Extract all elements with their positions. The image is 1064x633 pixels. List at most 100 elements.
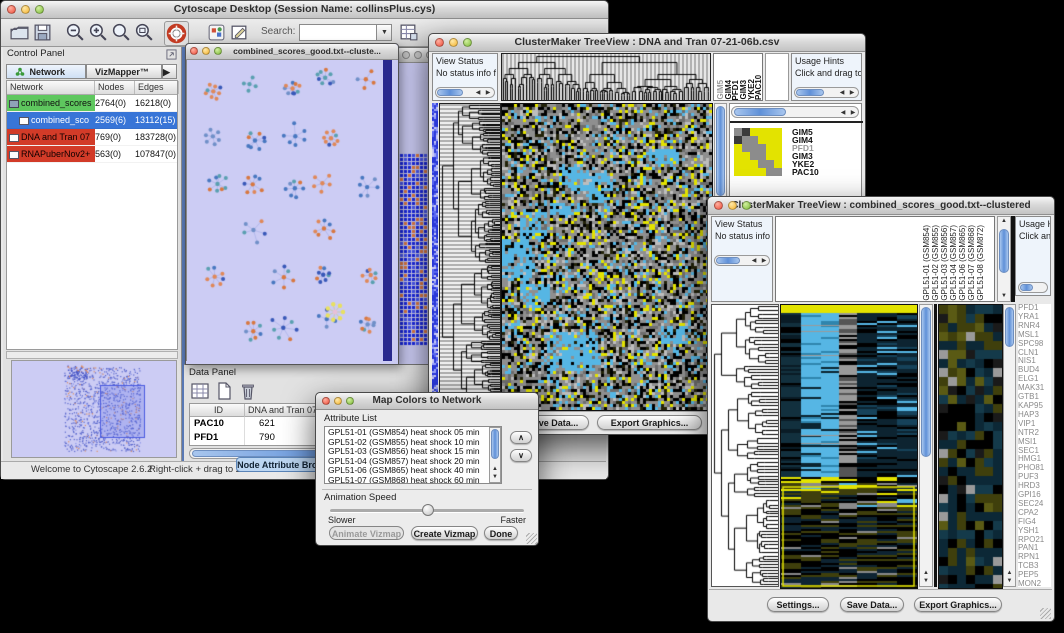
dense-network-grid[interactable] <box>399 152 429 348</box>
mini-heatmap-cell[interactable] <box>766 128 774 136</box>
zoom-fit-icon[interactable] <box>134 22 155 43</box>
search-combobox[interactable] <box>299 24 377 41</box>
mini-heatmap-cell[interactable] <box>742 144 750 152</box>
network-row[interactable]: combined_scores 2764(0) 16218(0) <box>7 95 177 112</box>
help-lifering-icon[interactable] <box>166 23 187 44</box>
mini-heatmap-cell[interactable] <box>742 160 750 168</box>
mini-heatmap-cell[interactable] <box>750 144 758 152</box>
zoom-in-icon[interactable] <box>88 22 109 43</box>
tv2-row-dendrogram[interactable] <box>711 304 779 587</box>
mini-heatmap-cell[interactable] <box>750 160 758 168</box>
float-panel-icon[interactable] <box>166 49 177 60</box>
tv1-right-hscrollbar[interactable]: ◀▶ <box>731 106 859 118</box>
attribute-item[interactable]: GPL51-04 (GSM857) heat shock 20 min <box>328 457 487 467</box>
close-button[interactable] <box>322 397 330 405</box>
slider-thumb[interactable] <box>422 504 434 516</box>
mini-heatmap-cell[interactable] <box>774 160 782 168</box>
dialog-button[interactable]: Animate Vizmap <box>329 526 404 540</box>
open-session-icon[interactable] <box>9 22 30 43</box>
new-attribute-icon[interactable] <box>214 381 234 401</box>
attribute-item[interactable]: GPL51-07 (GSM868) heat shock 60 min <box>328 476 487 484</box>
settings-button[interactable]: Settings... <box>767 597 829 612</box>
zoom-button[interactable] <box>742 201 751 210</box>
mini-heatmap-cell[interactable] <box>766 160 774 168</box>
table-mode-icon[interactable] <box>190 381 210 401</box>
col-header-nodes[interactable]: Nodes <box>95 81 135 94</box>
network-row[interactable]: DNA and Tran 07 769(0) 183728(0) <box>7 129 177 146</box>
tv1-column-dendrogram[interactable] <box>501 53 711 101</box>
dialog-button[interactable]: Done <box>484 526 518 540</box>
attribute-item[interactable]: GPL51-03 (GSM856) heat shock 15 min <box>328 447 487 457</box>
zoom-selected-icon[interactable] <box>111 22 132 43</box>
mini-heatmap-cell[interactable] <box>734 128 742 136</box>
col-header-edges[interactable]: Edges <box>135 81 179 94</box>
search-dropdown-button[interactable]: ▼ <box>377 24 392 41</box>
mini-heatmap-cell[interactable] <box>774 136 782 144</box>
minimize-button[interactable] <box>449 38 458 47</box>
save-data-button[interactable]: Save Data... <box>840 597 904 612</box>
tv2-zoom-vscrollbar[interactable]: ▲▼ <box>1003 304 1016 587</box>
save-session-icon[interactable] <box>32 22 53 43</box>
tv2-top-vscrollbar[interactable]: ▲▼ <box>997 216 1011 302</box>
mini-heatmap-cell[interactable] <box>742 128 750 136</box>
col-header-network[interactable]: Network <box>7 81 95 94</box>
dialog-titlebar[interactable]: Map Colors to Network <box>316 393 538 410</box>
zoom-out-icon[interactable] <box>65 22 86 43</box>
mini-heatmap-cell[interactable] <box>734 168 742 176</box>
mini-heatmap-cell[interactable] <box>734 160 742 168</box>
network-row[interactable]: combined_sco 2569(6) 13112(15) <box>7 112 177 129</box>
minimize-button[interactable] <box>414 51 422 59</box>
mini-heatmap-cell[interactable] <box>734 136 742 144</box>
close-button[interactable] <box>435 38 444 47</box>
mini-heatmap-cell[interactable] <box>758 152 766 160</box>
mini-heatmap-cell[interactable] <box>758 136 766 144</box>
network-window-1-titlebar[interactable]: combined_scores_good.txt--cluste... <box>186 44 398 60</box>
attribute-item[interactable]: GPL51-01 (GSM854) heat shock 05 min <box>328 428 487 438</box>
dialog-button[interactable]: Create Vizmap <box>411 526 478 540</box>
network-canvas[interactable] <box>186 60 392 361</box>
treeview1-titlebar[interactable]: ClusterMaker TreeView : DNA and Tran 07-… <box>429 34 865 52</box>
mini-heatmap-cell[interactable] <box>742 168 750 176</box>
main-title-bar[interactable]: Cytoscape Desktop (Session Name: collins… <box>1 1 608 19</box>
mini-heatmap-cell[interactable] <box>734 144 742 152</box>
close-button[interactable] <box>402 51 410 59</box>
mini-heatmap-cell[interactable] <box>774 168 782 176</box>
move-down-button[interactable]: ∨ <box>510 449 532 462</box>
mini-heatmap-cell[interactable] <box>742 152 750 160</box>
node-palette-icon[interactable] <box>206 22 227 43</box>
mini-heatmap-cell[interactable] <box>750 136 758 144</box>
mini-heatmap-cell[interactable] <box>734 152 742 160</box>
mini-heatmap-cell[interactable] <box>774 128 782 136</box>
zoom-button[interactable] <box>346 397 354 405</box>
tab-vizmapper[interactable]: VizMapper™ <box>86 64 162 79</box>
mini-heatmap-cell[interactable] <box>766 144 774 152</box>
mini-heatmap-cell[interactable] <box>766 136 774 144</box>
minimize-button[interactable] <box>334 397 342 405</box>
attribute-table-icon[interactable] <box>398 22 419 43</box>
mini-heatmap-cell[interactable] <box>750 128 758 136</box>
close-button[interactable] <box>7 5 16 14</box>
close-button[interactable] <box>714 201 723 210</box>
mini-heatmap-cell[interactable] <box>758 144 766 152</box>
close-button[interactable] <box>190 47 198 55</box>
minimize-button[interactable] <box>728 201 737 210</box>
export-graphics-button[interactable]: Export Graphics... <box>597 415 702 430</box>
attr-col-id[interactable]: ID <box>190 404 245 417</box>
attribute-list-scrollbar[interactable]: ▲▼ <box>489 427 501 483</box>
attribute-item[interactable]: GPL51-02 (GSM855) heat shock 10 min <box>328 438 487 448</box>
resize-grip[interactable] <box>1040 608 1051 619</box>
mini-heatmap-cell[interactable] <box>774 144 782 152</box>
animation-speed-slider[interactable] <box>330 509 524 513</box>
tab-overflow-arrow[interactable]: ▶ <box>162 64 177 79</box>
network-row[interactable]: RNAPuberNov2+ 563(0) 107847(0) <box>7 146 177 163</box>
mini-heatmap-cell[interactable] <box>750 168 758 176</box>
tv2-heatmap[interactable] <box>780 304 918 589</box>
mini-heatmap-cell[interactable] <box>750 152 758 160</box>
attribute-item[interactable]: GPL51-06 (GSM865) heat shock 40 min <box>328 466 487 476</box>
mini-heatmap-cell[interactable] <box>742 136 750 144</box>
export-graphics-button[interactable]: Export Graphics... <box>914 597 1002 612</box>
mini-heatmap-cell[interactable] <box>758 128 766 136</box>
resize-grip[interactable] <box>526 533 537 544</box>
mini-heatmap-cell[interactable] <box>766 152 774 160</box>
move-up-button[interactable]: ∧ <box>510 431 532 444</box>
